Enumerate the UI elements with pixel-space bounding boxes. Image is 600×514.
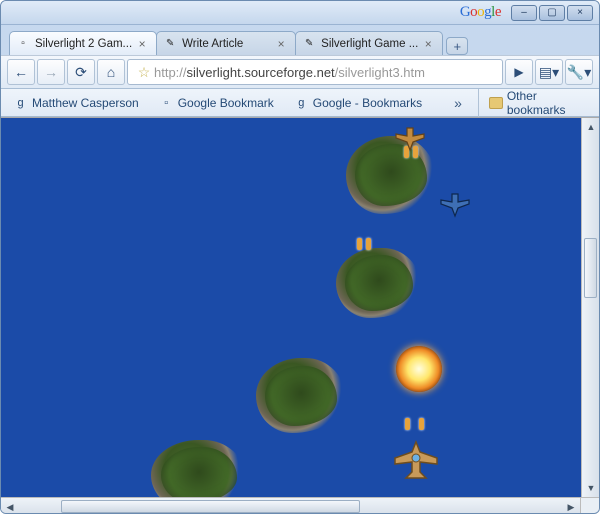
brand-logo: Google xyxy=(7,4,511,21)
horizontal-scrollbar[interactable]: ◀ ▶ xyxy=(1,498,581,514)
player-plane xyxy=(393,440,439,482)
enemy-plane xyxy=(439,190,471,218)
home-button[interactable]: ⌂ xyxy=(97,59,125,85)
address-bar[interactable]: ☆ http://silverlight.sourceforge.net/sil… xyxy=(127,59,503,85)
back-button[interactable]: ← xyxy=(7,59,35,85)
enemy-plane xyxy=(394,124,426,152)
bookmark-google-bookmark[interactable]: ▫ Google Bookmark xyxy=(155,93,278,112)
other-bookmarks-button[interactable]: Other bookmarks xyxy=(478,89,591,117)
page-icon: ▫ xyxy=(159,95,174,110)
bullet xyxy=(419,418,424,430)
tab-label: Write Article xyxy=(182,38,271,50)
page-menu-button[interactable]: ▤▾ xyxy=(535,59,563,85)
tab-strip: ▫ Silverlight 2 Gam... × ✎ Write Article… xyxy=(1,25,599,55)
new-tab-button[interactable]: + xyxy=(446,37,468,55)
tab-silverlight-game[interactable]: ✎ Silverlight Game ... × xyxy=(295,31,443,55)
bookmark-label: Google - Bookmarks xyxy=(313,96,422,110)
reload-button[interactable]: ⟳ xyxy=(67,59,95,85)
tab-close-icon[interactable]: × xyxy=(136,38,148,50)
other-bookmarks-label: Other bookmarks xyxy=(507,89,591,117)
folder-icon xyxy=(489,97,503,109)
horizontal-scroll-row: ◀ ▶ xyxy=(1,497,599,514)
page-icon: ▫ xyxy=(16,37,30,51)
close-button[interactable]: × xyxy=(567,5,593,21)
tab-write-article[interactable]: ✎ Write Article × xyxy=(156,31,296,55)
explosion xyxy=(396,346,442,392)
vertical-scrollbar[interactable]: ▲ ▼ xyxy=(581,118,599,497)
go-button[interactable]: ▶ xyxy=(505,59,533,85)
scroll-up-arrow-icon[interactable]: ▲ xyxy=(582,118,600,136)
bookmarks-bar: g Matthew Casperson ▫ Google Bookmark g … xyxy=(1,89,599,117)
toolbar: ← → ⟳ ⌂ ☆ http://silverlight.sourceforge… xyxy=(1,55,599,89)
title-bar: Google – ▢ × xyxy=(1,1,599,25)
bookmark-matthew-casperson[interactable]: g Matthew Casperson xyxy=(9,93,143,112)
pencil-icon: ✎ xyxy=(163,37,177,51)
tab-label: Silverlight 2 Gam... xyxy=(35,38,132,50)
g-icon: g xyxy=(294,95,309,110)
url-text: http://silverlight.sourceforge.net/silve… xyxy=(154,65,496,80)
tab-label: Silverlight Game ... xyxy=(321,38,418,50)
scroll-thumb[interactable] xyxy=(61,500,360,513)
pencil-icon: ✎ xyxy=(302,37,316,51)
bookmarks-overflow-button[interactable]: » xyxy=(450,95,466,111)
maximize-button[interactable]: ▢ xyxy=(539,5,565,21)
island xyxy=(256,358,346,433)
scroll-down-arrow-icon[interactable]: ▼ xyxy=(582,479,600,497)
bullet xyxy=(405,418,410,430)
bookmark-google-bookmarks[interactable]: g Google - Bookmarks xyxy=(290,93,426,112)
forward-button[interactable]: → xyxy=(37,59,65,85)
island xyxy=(151,440,246,497)
bookmark-label: Google Bookmark xyxy=(178,96,274,110)
bookmark-label: Matthew Casperson xyxy=(32,96,139,110)
island xyxy=(336,248,421,318)
tab-silverlight-2[interactable]: ▫ Silverlight 2 Gam... × xyxy=(9,31,157,55)
bookmark-star-icon[interactable]: ☆ xyxy=(134,64,154,81)
content-area: ▲ ▼ xyxy=(1,117,599,497)
scroll-left-arrow-icon[interactable]: ◀ xyxy=(1,498,19,514)
tab-close-icon[interactable]: × xyxy=(422,38,434,50)
tab-close-icon[interactable]: × xyxy=(275,38,287,50)
bullet xyxy=(357,238,362,250)
bullet xyxy=(366,238,371,250)
minimize-button[interactable]: – xyxy=(511,5,537,21)
wrench-menu-button[interactable]: 🔧▾ xyxy=(565,59,593,85)
scroll-thumb[interactable] xyxy=(584,238,597,298)
scroll-right-arrow-icon[interactable]: ▶ xyxy=(562,498,580,514)
game-canvas[interactable] xyxy=(1,118,581,497)
g-icon: g xyxy=(13,95,28,110)
